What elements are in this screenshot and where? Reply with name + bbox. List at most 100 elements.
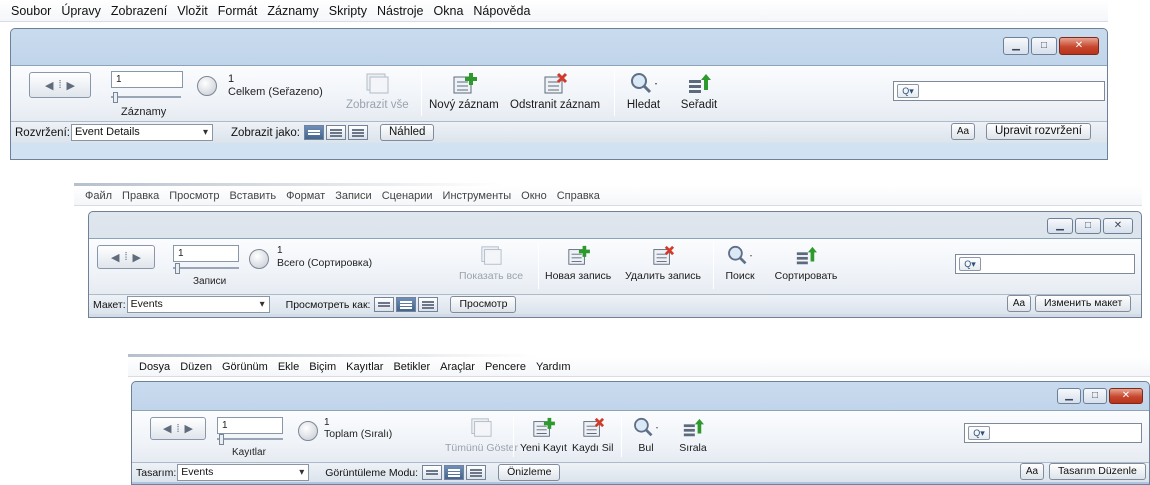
menu-tools[interactable]: Инструменты: [438, 190, 517, 202]
menu-help[interactable]: Yardım: [531, 361, 576, 373]
new-record-button[interactable]: Новая запись: [545, 245, 611, 282]
menu-scripts[interactable]: Сценарии: [377, 190, 438, 202]
show-all-button[interactable]: Tümünü Göster: [445, 417, 518, 454]
sort-button[interactable]: Сортировать: [771, 245, 841, 282]
menu-view[interactable]: Görünüm: [217, 361, 273, 373]
find-button[interactable]: Bul: [625, 417, 667, 454]
next-record-icon[interactable]: ▶: [67, 79, 75, 92]
found-set-pie-icon[interactable]: [197, 76, 217, 96]
form-view-button[interactable]: [374, 297, 395, 312]
delete-record-button[interactable]: Kaydı Sil: [572, 417, 613, 454]
form-view-button[interactable]: [304, 125, 324, 140]
close-button[interactable]: ✕: [1103, 218, 1133, 234]
find-button[interactable]: Поиск: [719, 245, 761, 282]
record-number-field[interactable]: 1: [111, 71, 183, 88]
menu-window[interactable]: Pencere: [480, 361, 531, 373]
preview-button[interactable]: Náhled: [380, 124, 435, 141]
new-record-button[interactable]: Yeni Kayıt: [520, 417, 567, 454]
sort-button[interactable]: Seřadit: [679, 72, 719, 111]
menu-edit[interactable]: Правка: [117, 190, 164, 202]
edit-layout-button[interactable]: Tasarım Düzenle: [1049, 463, 1146, 480]
menu-window[interactable]: Окно: [516, 190, 552, 202]
delete-record-button[interactable]: Удалить запись: [625, 245, 701, 282]
menu-file[interactable]: Dosya: [134, 361, 175, 373]
sort-button[interactable]: Sırala: [676, 417, 710, 454]
record-number-field[interactable]: 1: [217, 417, 283, 434]
menu-view[interactable]: Просмотр: [164, 190, 224, 202]
search-icon[interactable]: Q▾: [968, 426, 990, 440]
preview-button[interactable]: Просмотр: [450, 296, 517, 313]
table-view-button[interactable]: [348, 125, 368, 140]
book-navigator[interactable]: ◀ ⁞ ▶: [150, 417, 206, 440]
record-number-field[interactable]: 1: [173, 245, 239, 262]
prev-record-icon[interactable]: ◀: [111, 251, 119, 264]
menu-tools[interactable]: Araçlar: [435, 361, 480, 373]
list-view-button[interactable]: [444, 465, 465, 480]
record-slider[interactable]: [173, 263, 239, 274]
layout-dropdown[interactable]: Events: [126, 296, 270, 313]
list-view-button[interactable]: [396, 297, 417, 312]
menu-records[interactable]: Записи: [330, 190, 377, 202]
form-view-button[interactable]: [422, 465, 443, 480]
prev-record-icon[interactable]: ◀: [45, 79, 53, 92]
minimize-button[interactable]: ▁: [1047, 218, 1073, 234]
book-navigator[interactable]: ◀ ⁞ ▶: [29, 72, 91, 98]
menu-tools[interactable]: Nástroje: [372, 4, 429, 18]
menu-scripts[interactable]: Betikler: [388, 361, 435, 373]
menu-insert[interactable]: Ekle: [273, 361, 304, 373]
edit-layout-button[interactable]: Upravit rozvržení: [986, 123, 1091, 140]
menu-records[interactable]: Záznamy: [262, 4, 323, 18]
menu-insert[interactable]: Vložit: [172, 4, 213, 18]
quick-find-field[interactable]: Q▾: [955, 254, 1135, 274]
quick-find-field[interactable]: Q▾: [893, 81, 1105, 101]
minimize-button[interactable]: ▁: [1003, 37, 1029, 55]
maximize-button[interactable]: □: [1083, 388, 1107, 404]
menu-edit[interactable]: Düzen: [175, 361, 217, 373]
minimize-button[interactable]: ▁: [1057, 388, 1081, 404]
show-all-button[interactable]: Показать все: [459, 245, 523, 282]
preview-button[interactable]: Önizleme: [498, 464, 561, 481]
maximize-button[interactable]: □: [1031, 37, 1057, 55]
table-view-button[interactable]: [466, 465, 487, 480]
layout-dropdown[interactable]: Event Details: [70, 124, 213, 141]
text-format-button[interactable]: Aa: [951, 123, 975, 140]
text-format-button[interactable]: Aa: [1007, 295, 1031, 312]
menu-help[interactable]: Nápověda: [468, 4, 535, 18]
menu-windows[interactable]: Okna: [429, 4, 469, 18]
show-all-button[interactable]: Zobrazit vše: [346, 72, 409, 111]
layout-dropdown[interactable]: Events: [177, 464, 310, 481]
next-record-icon[interactable]: ▶: [133, 251, 141, 264]
text-format-button[interactable]: Aa: [1020, 463, 1044, 480]
record-slider[interactable]: [111, 92, 181, 103]
book-navigator[interactable]: ◀ ⁞ ▶: [97, 245, 155, 269]
next-record-icon[interactable]: ▶: [185, 422, 193, 435]
close-button[interactable]: ✕: [1109, 388, 1143, 404]
new-record-button[interactable]: Nový záznam: [429, 72, 499, 111]
found-set-pie-icon[interactable]: [298, 421, 318, 441]
menu-format[interactable]: Biçim: [304, 361, 341, 373]
menu-file[interactable]: Soubor: [6, 4, 56, 18]
menu-help[interactable]: Справка: [552, 190, 605, 202]
menu-scripts[interactable]: Skripty: [324, 4, 372, 18]
menu-format[interactable]: Формат: [281, 190, 330, 202]
search-icon[interactable]: Q▾: [897, 84, 919, 98]
menu-format[interactable]: Formát: [213, 4, 263, 18]
menu-insert[interactable]: Вставить: [224, 190, 281, 202]
maximize-button[interactable]: □: [1075, 218, 1101, 234]
list-view-button[interactable]: [326, 125, 346, 140]
find-button[interactable]: Hledat: [621, 72, 666, 111]
record-slider[interactable]: [217, 434, 283, 445]
quick-find-field[interactable]: Q▾: [964, 423, 1142, 443]
menu-file[interactable]: Файл: [80, 190, 117, 202]
close-button[interactable]: ✕: [1059, 37, 1099, 55]
menu-edit[interactable]: Úpravy: [56, 4, 106, 18]
view-mode-group: [374, 297, 439, 312]
search-icon[interactable]: Q▾: [959, 257, 981, 271]
menu-records[interactable]: Kayıtlar: [341, 361, 388, 373]
found-set-pie-icon[interactable]: [249, 249, 269, 269]
edit-layout-button[interactable]: Изменить макет: [1035, 295, 1132, 312]
menu-view[interactable]: Zobrazení: [106, 4, 172, 18]
table-view-button[interactable]: [418, 297, 439, 312]
prev-record-icon[interactable]: ◀: [163, 422, 171, 435]
delete-record-button[interactable]: Odstranit záznam: [510, 72, 600, 111]
